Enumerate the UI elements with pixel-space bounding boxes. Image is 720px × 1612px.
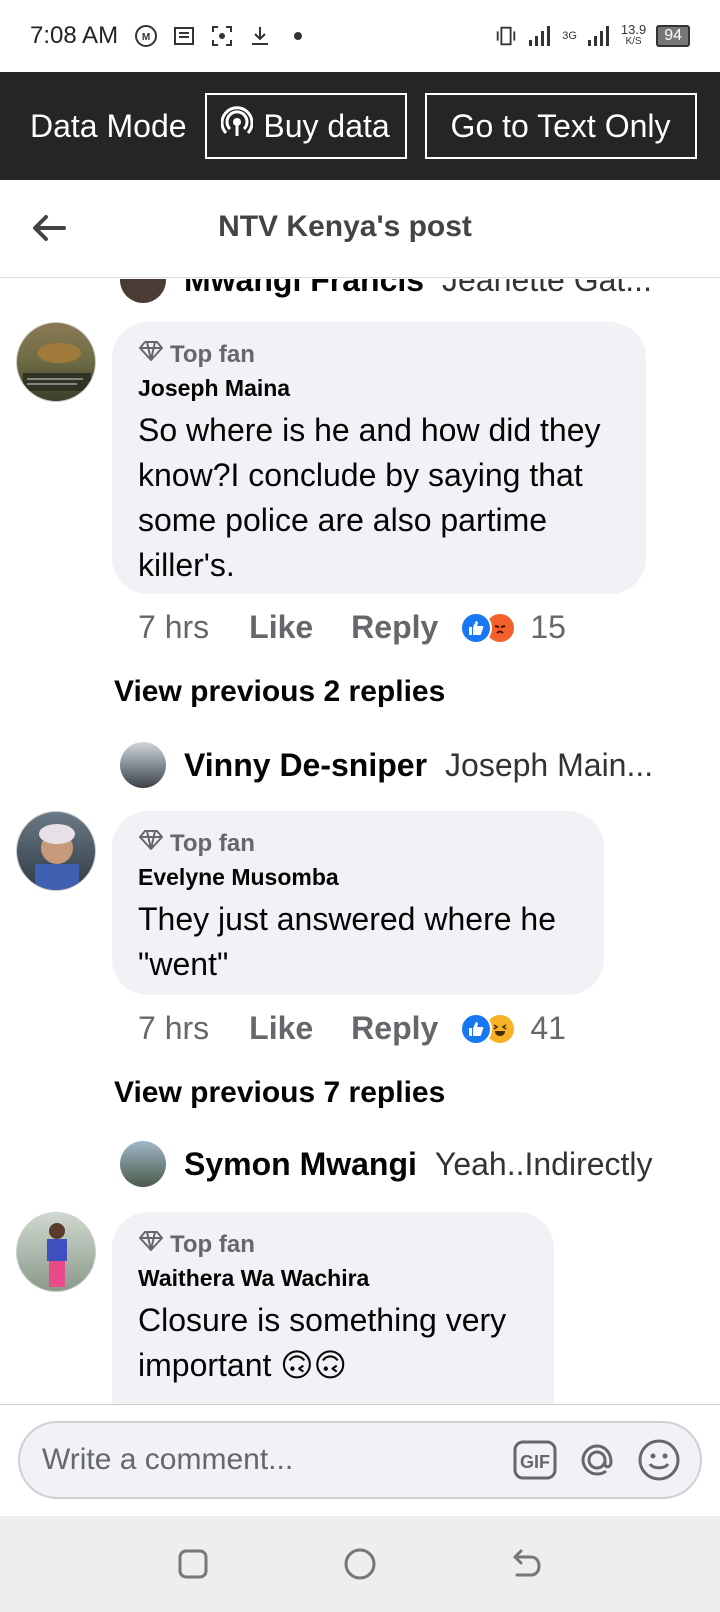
top-fan-badge: Top fan	[138, 340, 620, 369]
comment-input[interactable]	[42, 1443, 496, 1477]
avatar[interactable]	[16, 1212, 96, 1292]
view-previous-replies[interactable]: View previous 7 replies	[114, 1076, 445, 1110]
comment-bubble[interactable]: Top fan Waithera Wa Wachira Closure is s…	[112, 1212, 554, 1404]
reply-snippet: Jeanette Gat...	[442, 279, 652, 298]
comment-feed[interactable]: Mwangi Francis Jeanette Gat... Top fan J…	[0, 279, 720, 1404]
reply-author[interactable]: Vinny De-sniper	[184, 747, 427, 784]
avatar[interactable]	[120, 742, 166, 788]
reply-button[interactable]: Reply	[351, 609, 438, 646]
status-time: 7:08 AM	[30, 22, 119, 49]
battery-icon: 94	[656, 25, 690, 47]
battery-level: 94	[664, 27, 682, 44]
avatar[interactable]	[120, 279, 166, 303]
reaction-count[interactable]: 41	[530, 1010, 566, 1047]
text-only-button[interactable]: Go to Text Only	[424, 93, 697, 159]
comment-bubble[interactable]: Top fan Joseph Maina So where is he and …	[112, 322, 646, 594]
comment-actions: 7 hrs Like Reply 15	[138, 609, 566, 646]
reaction-count[interactable]: 15	[530, 609, 566, 646]
comment-input-container[interactable]: GIF	[18, 1421, 702, 1499]
signal-broadcast-icon	[220, 106, 254, 146]
reply-button[interactable]: Reply	[351, 1010, 438, 1047]
reply-preview[interactable]: Mwangi Francis Jeanette Gat...	[120, 279, 652, 303]
network-type: 3G	[562, 29, 577, 42]
data-mode-label: Data Mode	[30, 107, 187, 144]
top-fan-badge: Top fan	[138, 1230, 528, 1259]
vibrate-icon	[494, 24, 518, 48]
speed-value: 13.9	[620, 22, 647, 37]
recents-icon[interactable]	[171, 1542, 215, 1586]
top-fan-label: Top fan	[170, 340, 255, 368]
like-icon	[460, 611, 493, 644]
comment-time[interactable]: 7 hrs	[138, 609, 209, 646]
comment-text: So where is he and how did they know?I c…	[138, 412, 601, 583]
buy-data-label: Buy data	[263, 107, 390, 144]
comment-author[interactable]: Evelyne Musomba	[138, 864, 578, 891]
avatar[interactable]	[16, 811, 96, 891]
reactions[interactable]	[460, 1012, 517, 1045]
diamond-icon	[138, 1230, 164, 1259]
reply-preview[interactable]: Vinny De-sniper Joseph Main...	[120, 742, 653, 788]
status-right: 3G 13.9 K/S 94	[494, 22, 690, 48]
page-title: NTV Kenya's post	[218, 210, 472, 243]
avatar[interactable]	[120, 1141, 166, 1187]
comment-text: Closure is something very important 🙃🙃	[138, 1302, 507, 1383]
buy-data-button[interactable]: Buy data	[204, 93, 407, 159]
status-bar: 7:08 AM M 3G 13.9 K/S 94	[0, 0, 720, 72]
data-speed: 13.9 K/S	[620, 22, 647, 48]
top-fan-badge: Top fan	[138, 829, 578, 858]
comment-composer: GIF	[0, 1404, 720, 1516]
download-icon	[248, 24, 272, 48]
top-fan-label: Top fan	[170, 1230, 255, 1258]
view-previous-replies[interactable]: View previous 2 replies	[114, 675, 445, 709]
gif-icon[interactable]: GIF	[512, 1437, 558, 1483]
diamond-icon	[138, 340, 164, 369]
signal-icon	[528, 24, 552, 48]
comment-author[interactable]: Joseph Maina	[138, 375, 620, 402]
home-icon[interactable]	[338, 1542, 382, 1586]
top-fan-label: Top fan	[170, 829, 255, 857]
reply-author[interactable]: Mwangi Francis	[184, 279, 424, 299]
reply-author[interactable]: Symon Mwangi	[184, 1146, 417, 1183]
signal-2-icon	[587, 24, 611, 48]
comment-time[interactable]: 7 hrs	[138, 1010, 209, 1047]
reactions[interactable]	[460, 611, 517, 644]
reply-snippet: Yeah..Indirectly	[434, 1145, 653, 1182]
post-header: NTV Kenya's post	[0, 180, 720, 278]
messenger-icon: M	[134, 24, 158, 48]
mention-icon[interactable]	[574, 1437, 620, 1483]
text-only-label: Go to Text Only	[450, 107, 671, 144]
system-nav-bar	[0, 1516, 720, 1612]
comment-text: They just answered where he "went"	[138, 901, 556, 982]
gif-label: GIF	[520, 1452, 550, 1472]
comment-actions: 7 hrs Like Reply 41	[138, 1010, 566, 1047]
dot-icon	[286, 24, 310, 48]
back-icon[interactable]	[505, 1542, 549, 1586]
reply-snippet: Joseph Main...	[445, 746, 654, 783]
comment-author[interactable]: Waithera Wa Wachira	[138, 1265, 528, 1292]
like-button[interactable]: Like	[249, 1010, 313, 1047]
screenshot-icon	[210, 24, 234, 48]
comment-bubble[interactable]: Top fan Evelyne Musomba They just answer…	[112, 811, 604, 995]
avatar[interactable]	[16, 322, 96, 402]
emoji-icon[interactable]	[636, 1437, 682, 1483]
diamond-icon	[138, 829, 164, 858]
data-mode-bar: Data Mode Buy data Go to Text Only	[0, 72, 720, 180]
like-icon	[460, 1012, 493, 1045]
speed-unit: K/S	[625, 36, 642, 47]
notification-icons: M	[134, 24, 310, 48]
svg-text:M: M	[142, 32, 150, 43]
reply-preview[interactable]: Symon Mwangi Yeah..Indirectly	[120, 1141, 653, 1187]
like-button[interactable]: Like	[249, 609, 313, 646]
news-icon	[172, 24, 196, 48]
